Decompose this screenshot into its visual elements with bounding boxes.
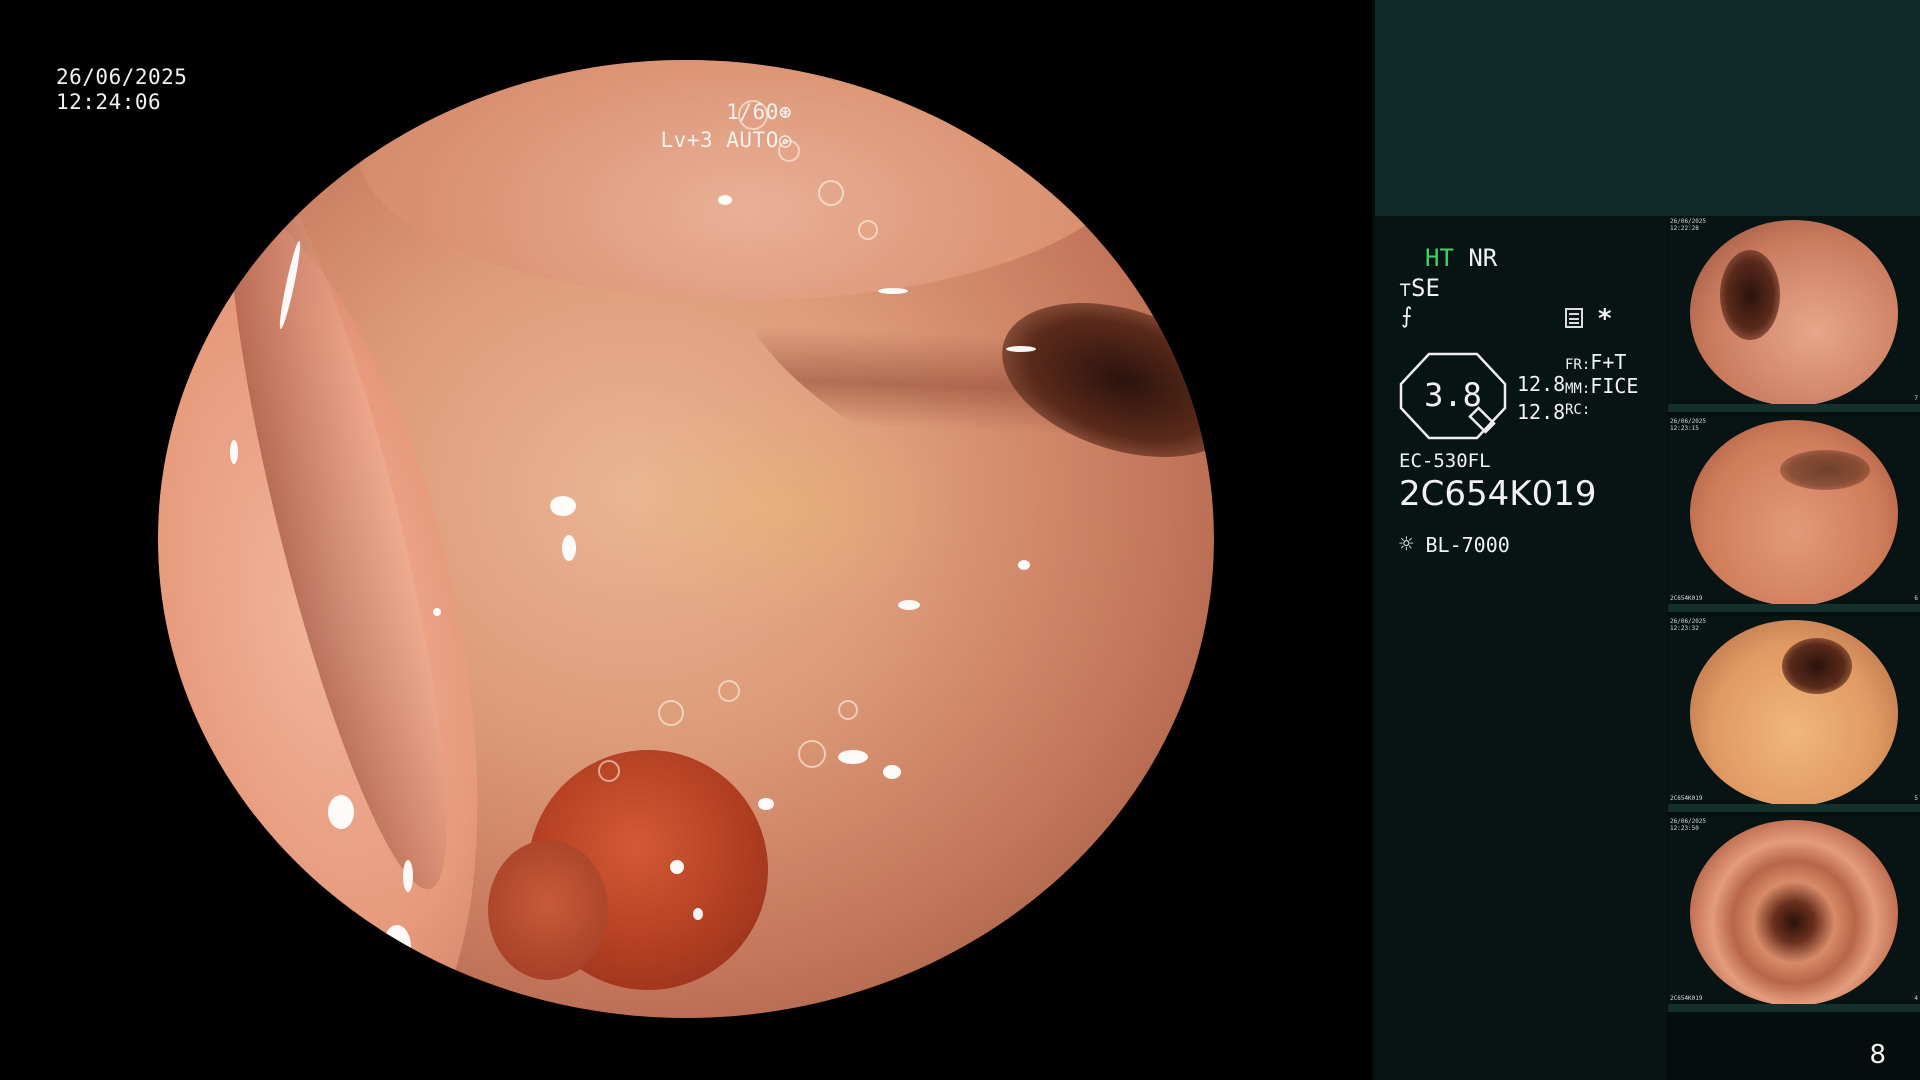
ht-label: HT [1425, 244, 1454, 272]
endoscopic-image [158, 60, 1214, 1018]
zoom-indicator: 3.8 [1399, 352, 1507, 440]
thumbnail-index: 5 [1914, 795, 1918, 802]
light-source: BL-7000 [1425, 533, 1510, 557]
thumbnail-3[interactable]: 26/06/2025 12:23:32 2C654K019 5 [1668, 616, 1920, 812]
thumbnail-bar [1668, 404, 1920, 412]
nr-label: NR [1468, 244, 1498, 272]
scope-model: EC-530FL [1399, 450, 1491, 472]
thumbnail-image [1690, 620, 1898, 806]
thumbnail-date: 26/06/2025 [1670, 818, 1707, 825]
shutter-speed-readout: 1/60⊛ [726, 99, 792, 125]
mm-value: FICE [1590, 374, 1639, 398]
mm-row: MM:FICE [1565, 374, 1638, 398]
thumbnail-time: 12:23:50 [1670, 825, 1699, 832]
light-source-row: ☼ BL-7000 [1399, 530, 1510, 558]
thumbnail-index: 6 [1914, 595, 1918, 602]
thumbnail-image [1690, 220, 1898, 406]
capture-date: 26/06/2025 [56, 65, 188, 89]
se-label: SE [1411, 274, 1440, 302]
thumbnail-date: 26/06/2025 [1670, 618, 1707, 625]
thumbnail-bar [1668, 604, 1920, 612]
thumbnail-bar [1668, 804, 1920, 812]
rc-label: RC: [1565, 402, 1591, 418]
thumbnail-4[interactable]: 26/06/2025 12:23:50 2C654K019 4 [1668, 816, 1920, 1012]
fr-value: F+T [1590, 350, 1627, 374]
zoom-value: 3.8 [1424, 376, 1482, 414]
asterisk-mark: * [1597, 304, 1613, 334]
value-b: 12.8 [1517, 400, 1566, 424]
thumbnail-index: 7 [1914, 395, 1918, 402]
value-a: 12.8 [1517, 372, 1566, 396]
settings-panel: HT NR ⊤SE ⨍ * 3.8 12.8 12.8 FR:F+T MM:FI… [1375, 216, 1667, 1080]
mm-label: MM: [1565, 381, 1591, 397]
thumbnail-index: 4 [1914, 995, 1918, 1002]
exposure-readout: Lv+3 AUTO◎ [661, 127, 792, 153]
thumbnail-image [1690, 420, 1898, 606]
thumbnail-serial: 2C654K019 [1670, 595, 1703, 602]
iris-mode: AUTO [726, 128, 779, 152]
thumbnail-date: 26/06/2025 [1670, 418, 1707, 425]
image-count: 8 [1869, 1040, 1886, 1070]
thumbnail-serial: 2C654K019 [1670, 995, 1703, 1002]
thumbnail-image [1690, 820, 1898, 1006]
thumbnail-time: 12:23:32 [1670, 625, 1699, 632]
aperture-icon: ⊛ [778, 100, 792, 124]
se-row: ⊤SE [1399, 274, 1440, 302]
endoscope-main-view: 26/06/2025 12:24:06 1/60⊛ Lv+3 AUTO◎ [0, 0, 1372, 1080]
ht-nr-row: HT NR [1425, 244, 1497, 272]
enhancement-icon: ⊤ [1399, 277, 1412, 301]
thumbnail-serial: 2C654K019 [1670, 795, 1703, 802]
capture-time: 12:24:06 [56, 90, 162, 114]
iris-icon: ◎ [778, 128, 792, 152]
thumbnail-1[interactable]: 26/06/2025 12:22:28 7 [1668, 216, 1920, 412]
memo-icon [1565, 308, 1583, 328]
header-block [1375, 0, 1920, 216]
thumbnail-bar [1668, 1004, 1920, 1012]
fr-row: FR:F+T [1565, 350, 1626, 374]
thumbnail-date: 26/06/2025 [1670, 218, 1707, 225]
structure-icon: ⨍ [1401, 304, 1413, 329]
thumbnail-time: 12:23:15 [1670, 425, 1699, 432]
lamp-icon: ☼ [1399, 530, 1414, 558]
fr-label: FR: [1565, 357, 1591, 373]
thumbnail-time: 12:22:28 [1670, 225, 1699, 232]
exposure-level: Lv+3 [660, 128, 714, 152]
scope-serial: 2C654K019 [1399, 474, 1597, 514]
thumbnail-2[interactable]: 26/06/2025 12:23:15 2C654K019 6 [1668, 416, 1920, 612]
shutter-speed: 1/60 [726, 100, 779, 124]
